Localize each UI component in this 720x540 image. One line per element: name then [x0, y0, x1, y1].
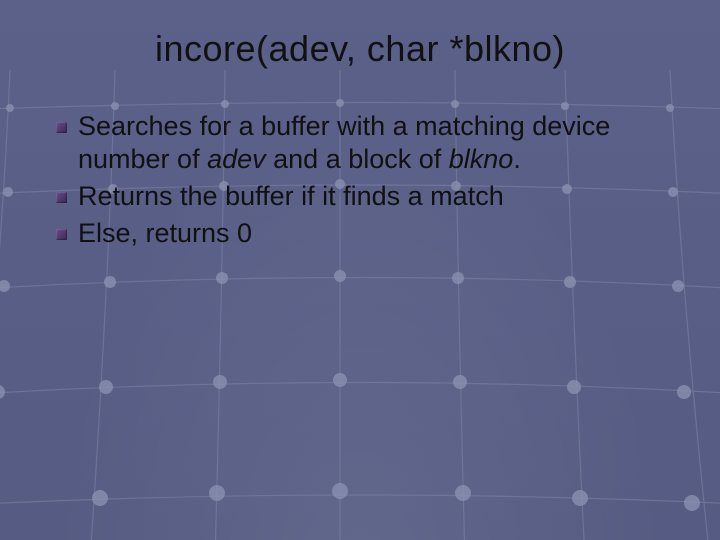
bullet-em: blkno [449, 144, 514, 174]
bullet-text: and a block of [266, 144, 449, 174]
bullet-list: Searches for a buffer with a matching de… [44, 110, 676, 250]
list-item: Else, returns 0 [56, 217, 676, 250]
bullet-text: Else, returns 0 [78, 218, 252, 248]
bullet-text: . [513, 144, 521, 174]
list-item: Returns the buffer if it finds a match [56, 180, 676, 213]
slide-title: incore(adev, char *blkno) [44, 28, 676, 70]
bullet-text: Returns the buffer if it finds a match [78, 181, 504, 211]
bullet-em: adev [207, 144, 266, 174]
slide-content: incore(adev, char *blkno) Searches for a… [0, 0, 720, 540]
list-item: Searches for a buffer with a matching de… [56, 110, 676, 176]
